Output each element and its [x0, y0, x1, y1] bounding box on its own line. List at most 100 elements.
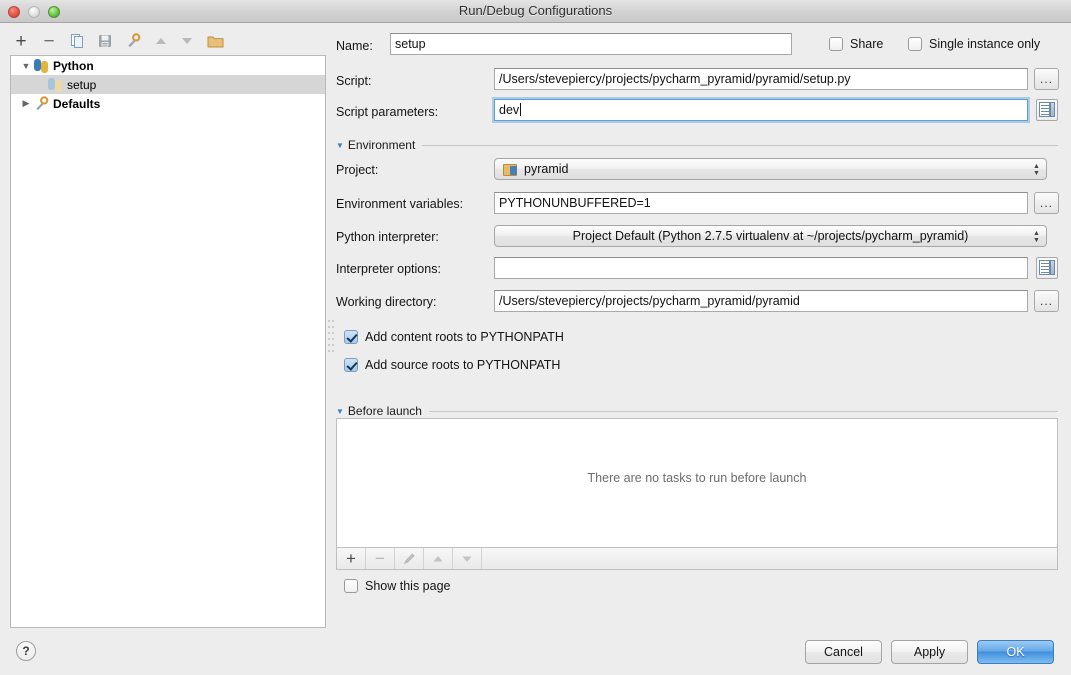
environment-section-title: Environment	[347, 138, 416, 152]
expand-editor-icon	[1039, 260, 1050, 275]
create-folder-button[interactable]	[204, 30, 226, 52]
move-task-up-button[interactable]	[424, 548, 453, 569]
python-interpreter-select[interactable]: Project Default (Python 2.7.5 virtualenv…	[494, 225, 1047, 247]
configurations-toolbar: + −	[10, 30, 326, 54]
expand-editor-scroll-icon	[1050, 260, 1055, 275]
wrench-icon	[33, 95, 49, 112]
apply-button[interactable]: Apply	[891, 640, 968, 664]
ok-button-label: OK	[1006, 645, 1025, 659]
ok-button[interactable]: OK	[977, 640, 1054, 664]
move-up-button[interactable]	[150, 30, 172, 52]
move-down-button[interactable]	[176, 30, 198, 52]
name-input[interactable]: setup	[390, 33, 792, 55]
pencil-icon	[403, 553, 415, 564]
run-debug-configurations-dialog: Run/Debug Configurations + − ▼ Python se…	[0, 0, 1071, 675]
add-content-roots-checkbox[interactable]	[344, 330, 358, 344]
save-configuration-button[interactable]	[94, 30, 116, 52]
remove-task-button[interactable]: −	[366, 548, 395, 569]
window-title: Run/Debug Configurations	[458, 3, 613, 18]
working-directory-label: Working directory:	[336, 295, 437, 309]
edit-defaults-button[interactable]	[122, 30, 144, 52]
tree-item-label: Defaults	[53, 96, 101, 111]
window-titlebar: Run/Debug Configurations	[0, 0, 1071, 23]
script-parameters-label: Script parameters:	[336, 105, 439, 119]
ellipsis-icon: ...	[1039, 294, 1053, 308]
single-instance-checkbox-row[interactable]: Single instance only	[908, 37, 1040, 51]
configurations-tree[interactable]: ▼ Python setup ▶ Defaults	[10, 55, 326, 628]
cancel-button-label: Cancel	[824, 645, 863, 659]
environment-variables-browse-button[interactable]: ...	[1034, 192, 1059, 214]
share-checkbox-row[interactable]: Share	[829, 37, 883, 51]
chevron-right-icon[interactable]: ▶	[19, 97, 33, 111]
arrow-up-icon	[156, 38, 166, 44]
remove-configuration-button[interactable]: −	[38, 30, 60, 52]
before-launch-task-list[interactable]: There are no tasks to run before launch	[336, 418, 1058, 548]
working-directory-input[interactable]: /Users/stevepiercy/projects/pycharm_pyra…	[494, 290, 1028, 312]
python-interpreter-value: Project Default (Python 2.7.5 virtualenv…	[572, 229, 969, 243]
script-browse-button[interactable]: ...	[1034, 68, 1059, 90]
stepper-icon[interactable]: ▲ ▼	[1032, 228, 1041, 246]
show-this-page-checkbox-row[interactable]: Show this page	[344, 579, 450, 593]
python-interpreter-label: Python interpreter:	[336, 230, 439, 244]
environment-variables-label: Environment variables:	[336, 197, 464, 211]
before-launch-section-header[interactable]: ▼ Before launch	[336, 404, 1058, 418]
help-button[interactable]: ?	[16, 641, 36, 661]
project-icon	[503, 162, 519, 176]
tree-item-label: setup	[67, 77, 97, 92]
add-source-roots-checkbox-row[interactable]: Add source roots to PYTHONPATH	[344, 358, 560, 372]
move-task-down-button[interactable]	[453, 548, 482, 569]
python-icon	[33, 58, 49, 74]
script-label: Script:	[336, 74, 372, 88]
configuration-form: Name: setup Share Single instance only S…	[336, 28, 1064, 608]
add-source-roots-checkbox[interactable]	[344, 358, 358, 372]
project-label: Project:	[336, 163, 379, 177]
add-content-roots-checkbox-row[interactable]: Add content roots to PYTHONPATH	[344, 330, 564, 344]
before-launch-toolbar: + −	[336, 548, 1058, 570]
chevron-down-icon[interactable]: ▼	[336, 407, 344, 416]
add-configuration-button[interactable]: +	[10, 30, 32, 52]
share-checkbox[interactable]	[829, 37, 843, 51]
share-label: Share	[850, 37, 884, 51]
script-parameters-value: dev	[499, 103, 520, 117]
expand-editor-scroll-icon	[1050, 102, 1055, 117]
help-icon: ?	[22, 644, 30, 658]
folder-icon	[207, 36, 223, 47]
arrow-up-icon	[433, 555, 443, 561]
add-content-roots-label: Add content roots to PYTHONPATH	[365, 330, 564, 344]
environment-variables-input[interactable]: PYTHONUNBUFFERED=1	[494, 192, 1028, 214]
stepper-icon[interactable]: ▲ ▼	[1032, 161, 1041, 179]
single-instance-label: Single instance only	[929, 37, 1041, 51]
script-parameters-expand-button[interactable]	[1036, 99, 1058, 121]
tree-item-python[interactable]: ▼ Python	[11, 56, 325, 75]
name-label: Name:	[336, 39, 373, 53]
chevron-down-icon[interactable]: ▼	[19, 59, 33, 73]
working-directory-browse-button[interactable]: ...	[1034, 290, 1059, 312]
text-caret	[520, 103, 522, 116]
project-select[interactable]: pyramid ▲ ▼	[494, 158, 1047, 180]
interpreter-options-expand-button[interactable]	[1036, 257, 1058, 279]
edit-task-button[interactable]	[395, 548, 424, 569]
interpreter-options-input[interactable]	[494, 257, 1028, 279]
chevron-down-icon[interactable]: ▼	[336, 141, 344, 150]
tree-item-setup[interactable]: setup	[11, 75, 325, 94]
script-input[interactable]: /Users/stevepiercy/projects/pycharm_pyra…	[494, 68, 1028, 90]
plus-icon: +	[15, 30, 27, 52]
cancel-button[interactable]: Cancel	[805, 640, 882, 664]
add-task-button[interactable]: +	[337, 548, 366, 569]
tree-item-defaults[interactable]: ▶ Defaults	[11, 94, 325, 113]
script-parameters-input[interactable]: dev	[494, 99, 1028, 121]
section-divider	[428, 410, 1058, 412]
environment-section-header[interactable]: ▼ Environment	[336, 138, 1058, 152]
show-this-page-checkbox[interactable]	[344, 579, 358, 593]
arrow-down-icon	[462, 556, 472, 562]
panel-splitter[interactable]	[327, 318, 335, 360]
arrow-down-icon	[182, 38, 192, 44]
floppy-disk-icon	[99, 35, 111, 47]
show-this-page-label: Show this page	[365, 579, 451, 593]
copy-configuration-button[interactable]	[66, 30, 88, 52]
section-divider	[422, 144, 1058, 146]
wrench-icon	[128, 33, 141, 48]
single-instance-checkbox[interactable]	[908, 37, 922, 51]
add-source-roots-label: Add source roots to PYTHONPATH	[365, 358, 561, 372]
